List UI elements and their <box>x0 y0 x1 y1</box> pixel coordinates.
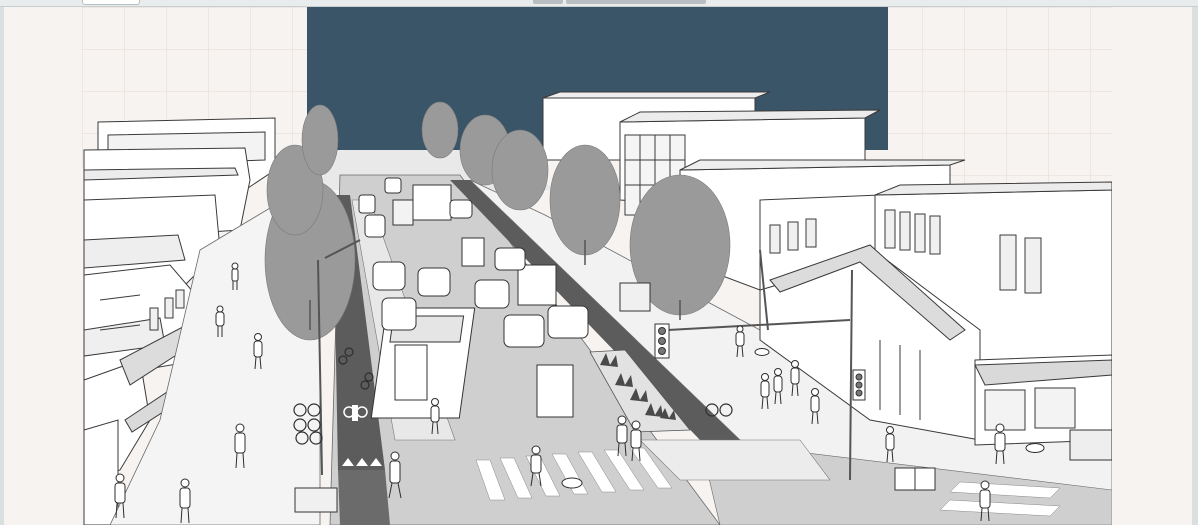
street-illustration <box>4 7 1192 525</box>
left-bike-lane-end <box>338 470 390 525</box>
right-margin <box>1112 7 1192 525</box>
left-margin <box>4 7 82 525</box>
